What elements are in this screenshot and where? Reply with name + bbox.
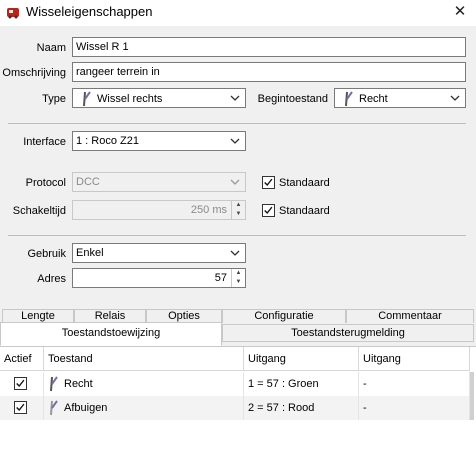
- adres-value: 57: [214, 272, 227, 284]
- checkmark-icon: [16, 403, 25, 412]
- protocol-standaard-checkbox[interactable]: [262, 176, 275, 189]
- uitgang-cell: 1 = 57 : Groen: [244, 372, 359, 396]
- adres-input[interactable]: 57 ▲ ▼: [72, 268, 246, 288]
- actief-checkbox[interactable]: [14, 401, 27, 414]
- switch-straight-icon: [345, 91, 353, 107]
- tab-relais[interactable]: Relais: [74, 309, 146, 323]
- interface-select[interactable]: 1 : Roco Z21: [72, 131, 246, 151]
- column-header-actief[interactable]: Actief: [0, 347, 44, 371]
- adres-label: Adres: [37, 273, 66, 285]
- tab-configuratie[interactable]: Configuratie: [222, 309, 346, 323]
- close-button[interactable]: ✕: [448, 3, 472, 21]
- title-bar: Wisseleigenschappen ✕: [0, 0, 476, 26]
- schakeltijd-standaard-label: Standaard: [279, 205, 330, 217]
- protocol-label: Protocol: [25, 177, 66, 189]
- actief-cell: [0, 372, 44, 396]
- tab-toestandsterugmelding[interactable]: Toestandsterugmelding: [222, 324, 474, 342]
- schakeltijd-spinner: ▲ ▼: [231, 201, 245, 219]
- chevron-down-icon: [230, 179, 240, 185]
- table-header: Actief Toestand Uitgang Uitgang: [0, 347, 476, 371]
- type-label: Type: [42, 93, 66, 105]
- adres-spinner[interactable]: ▲ ▼: [231, 269, 245, 287]
- column-header-uitgang-2[interactable]: Uitgang: [359, 347, 470, 371]
- chevron-down-icon: [230, 138, 240, 144]
- divider: [8, 123, 466, 124]
- state-assignment-table: Actief Toestand Uitgang Uitgang Recht 1 …: [0, 346, 476, 472]
- checkmark-icon: [16, 379, 25, 388]
- app-icon: [7, 8, 19, 19]
- begintoestand-label: Begintoestand: [257, 93, 328, 105]
- schakeltijd-standaard-checkbox[interactable]: [262, 204, 275, 217]
- interface-value: 1 : Roco Z21: [76, 135, 139, 147]
- toestand-cell: Recht: [44, 372, 244, 396]
- protocol-value: DCC: [76, 176, 100, 188]
- toestand-value: Afbuigen: [64, 402, 108, 414]
- divider: [8, 235, 466, 236]
- uitgang-cell: -: [359, 372, 470, 396]
- scrollbar[interactable]: [470, 372, 474, 420]
- omschrijving-input[interactable]: rangeer terrein in: [72, 62, 466, 82]
- switch-right-icon: [83, 91, 91, 107]
- type-select[interactable]: Wissel rechts: [72, 88, 246, 108]
- gebruik-value: Enkel: [76, 247, 104, 259]
- table-row[interactable]: Recht 1 = 57 : Groen -: [0, 372, 470, 396]
- column-header-toestand[interactable]: Toestand: [44, 347, 244, 371]
- chevron-down-icon: [450, 95, 460, 101]
- chevron-down-icon: [230, 95, 240, 101]
- naam-input[interactable]: Wissel R 1: [72, 37, 466, 57]
- type-value: Wissel rechts: [97, 92, 163, 105]
- switch-straight-icon: [50, 376, 58, 392]
- omschrijving-label: Omschrijving: [2, 67, 66, 79]
- schakeltijd-value: 250 ms: [190, 204, 227, 216]
- toestand-cell: Afbuigen: [44, 396, 244, 420]
- schakeltijd-label: Schakeltijd: [12, 205, 66, 217]
- tab-toestandstoewijzing[interactable]: Toestandstoewijzing: [0, 322, 222, 346]
- window-title: Wisseleigenschappen: [26, 4, 153, 19]
- protocol-standaard-label: Standaard: [279, 177, 330, 189]
- protocol-select: DCC: [72, 172, 246, 192]
- column-header-uitgang-1[interactable]: Uitgang: [244, 347, 359, 371]
- gebruik-select[interactable]: Enkel: [72, 243, 246, 263]
- checkmark-icon: [264, 206, 273, 215]
- toestand-value: Recht: [64, 378, 93, 390]
- schakeltijd-input: 250 ms ▲ ▼: [72, 200, 246, 220]
- tab-opties[interactable]: Opties: [146, 309, 222, 323]
- interface-label: Interface: [23, 136, 66, 148]
- table-row[interactable]: Afbuigen 2 = 57 : Rood -: [0, 396, 470, 420]
- actief-checkbox[interactable]: [14, 377, 27, 390]
- close-icon: ✕: [453, 3, 467, 20]
- switch-diverge-icon: [50, 400, 58, 416]
- gebruik-label: Gebruik: [27, 248, 66, 260]
- begintoestand-select[interactable]: Recht: [334, 88, 466, 108]
- begintoestand-value: Recht: [359, 92, 388, 105]
- tab-commentaar[interactable]: Commentaar: [346, 309, 474, 323]
- chevron-down-icon: [230, 250, 240, 256]
- tab-lengte[interactable]: Lengte: [2, 309, 74, 323]
- checkmark-icon: [264, 178, 273, 187]
- uitgang-cell: 2 = 57 : Rood: [244, 396, 359, 420]
- naam-label: Naam: [36, 42, 66, 54]
- actief-cell: [0, 396, 44, 420]
- uitgang-cell: -: [359, 396, 470, 420]
